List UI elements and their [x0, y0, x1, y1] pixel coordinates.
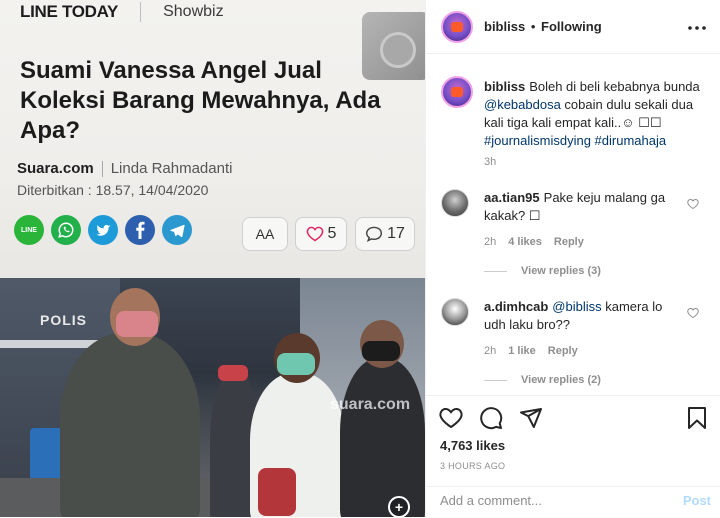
article-source: Suara.com	[17, 160, 94, 177]
comment-time: 2h	[484, 236, 497, 248]
black-mask	[362, 341, 400, 361]
brand-divider	[140, 2, 142, 22]
instagram-post: LINE TODAY Showbiz Suami Vanessa Angel J…	[0, 0, 720, 517]
red-handbag	[258, 468, 296, 516]
source-divider	[101, 160, 103, 177]
caption-mention[interactable]: @kebabdosa	[484, 97, 561, 112]
comment: a.dimhcab @bibliss kamera lo udh laku bro…	[426, 295, 720, 405]
caption-avatar[interactable]	[441, 76, 473, 108]
twitter-icon	[88, 215, 118, 245]
font-size-button: AA	[242, 217, 288, 251]
caption-body: Boleh di beli kebabnya bunda	[529, 79, 700, 94]
section-label: Showbiz	[163, 3, 224, 20]
commenter-avatar[interactable]	[441, 298, 469, 326]
truck-label: POLIS	[40, 312, 88, 328]
post-time: 3 HOURS AGO	[440, 461, 506, 471]
commenter-username[interactable]: aa.tian95	[484, 190, 540, 205]
zoom-in-icon: +	[388, 496, 410, 517]
person-officer	[340, 320, 425, 517]
more-horizontal-icon[interactable]	[687, 18, 707, 36]
add-comment-row: Post	[426, 486, 720, 518]
comment-like-icon[interactable]	[687, 198, 699, 210]
author-avatar[interactable]	[441, 11, 473, 43]
commenter-avatar[interactable]	[441, 189, 469, 217]
reply-button[interactable]: Reply	[554, 236, 584, 248]
caption-time: 3h	[484, 156, 497, 168]
facebook-icon	[125, 215, 155, 245]
heart-icon[interactable]	[439, 406, 463, 430]
article-source-row: Suara.com Linda Rahmadanti	[17, 160, 232, 177]
article-author: Linda Rahmadanti	[110, 160, 233, 177]
person-man-pink-mask	[60, 288, 200, 517]
comments-panel: bibliss • Following bibliss Boleh di beli…	[425, 0, 720, 517]
article-published-date: Diterbitkan : 18.57, 14/04/2020	[17, 182, 209, 198]
add-comment-input[interactable]	[440, 493, 660, 508]
caption-text: bibliss Boleh di beli kebabnya bunda @keb…	[484, 78, 706, 150]
article-comment-count: 17	[387, 225, 405, 242]
brand-logo: LINE TODAY	[20, 2, 119, 21]
view-replies[interactable]: View replies (3)	[484, 265, 601, 277]
whatsapp-icon	[51, 215, 81, 245]
like-count[interactable]: 4,763 likes	[440, 438, 505, 453]
photo-watermark: suara.com	[330, 396, 411, 413]
post-image[interactable]: LINE TODAY Showbiz Suami Vanessa Angel J…	[0, 0, 425, 517]
comment-likes[interactable]: 4 likes	[508, 236, 542, 248]
caption-username[interactable]: bibliss	[484, 79, 525, 94]
speech-bubble-icon	[366, 226, 383, 242]
commenter-username[interactable]: a.dimhcab	[484, 299, 548, 314]
comment-icon[interactable]	[479, 406, 503, 430]
separator-dot: •	[530, 19, 536, 34]
comment-like-icon[interactable]	[687, 307, 699, 319]
comment-time: 2h	[484, 345, 497, 357]
caption-emoji: ☺ ☐☐	[621, 115, 662, 130]
article-like-count: 5	[327, 225, 337, 242]
article-comment-button: 17	[355, 217, 415, 251]
comment-meta: 2h 4 likes Reply	[484, 236, 584, 248]
comment-mention[interactable]: @bibliss	[552, 299, 601, 314]
post-header: bibliss • Following	[426, 0, 720, 54]
post-actions: 4,763 likes 3 HOURS AGO Post	[426, 395, 720, 517]
comment-meta: 2h 1 like Reply	[484, 345, 578, 357]
author-line: bibliss • Following	[484, 19, 602, 34]
comment-text: aa.tian95 Pake keju malang ga kakak? ☐	[484, 189, 679, 225]
article-like-button: 5	[295, 217, 347, 251]
green-mask	[277, 353, 315, 375]
line-icon: LINE	[14, 215, 44, 245]
view-replies[interactable]: View replies (2)	[484, 374, 601, 386]
comment: aa.tian95 Pake keju malang ga kakak? ☐ 2h…	[426, 186, 720, 296]
article-brand-bar: LINE TODAY Showbiz	[20, 2, 224, 22]
view-replies-label[interactable]: View replies (3)	[521, 265, 601, 277]
telegram-icon	[162, 215, 192, 245]
share-icons: LINE	[14, 215, 192, 245]
red-mask	[218, 365, 248, 381]
replies-divider	[484, 270, 507, 272]
share-icon[interactable]	[519, 406, 543, 430]
caption-hashtags[interactable]: #journalismisdying #dirumahaja	[484, 133, 666, 148]
pink-mask	[116, 311, 158, 337]
comment-text: a.dimhcab @bibliss kamera lo udh laku bro…	[484, 298, 679, 334]
article-screenshot: LINE TODAY Showbiz Suami Vanessa Angel J…	[0, 0, 425, 278]
article-headline: Suami Vanessa Angel Jual Koleksi Barang …	[20, 57, 381, 144]
author-username[interactable]: bibliss	[484, 19, 525, 34]
comment-likes[interactable]: 1 like	[508, 345, 536, 357]
action-row	[439, 406, 543, 430]
bookmark-icon[interactable]	[685, 406, 709, 430]
follow-button[interactable]: Following	[541, 19, 602, 34]
replies-divider	[484, 379, 507, 381]
news-photo: POLIS suara.com +	[0, 278, 425, 517]
reply-button[interactable]: Reply	[548, 345, 578, 357]
post-button[interactable]: Post	[683, 493, 711, 508]
heart-outline-icon	[306, 226, 323, 242]
view-replies-label[interactable]: View replies (2)	[521, 374, 601, 386]
